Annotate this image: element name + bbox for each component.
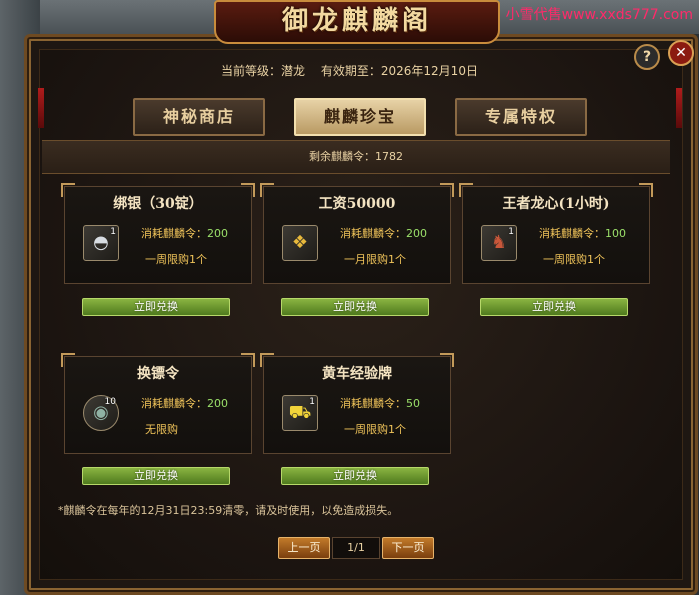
- item-title: 换镖令: [137, 366, 179, 382]
- item-title: 绑银（30锭）: [113, 196, 203, 212]
- page-indicator: 1/1: [332, 537, 380, 559]
- reset-notice: *麒麟令在每年的12月31日23:59清零，请及时使用，以免造成损失。: [58, 504, 399, 517]
- escort-token-icon[interactable]: ◉ 10: [83, 395, 119, 431]
- item-quantity: 1: [508, 227, 514, 237]
- redeem-button[interactable]: 立即兑换: [281, 467, 429, 485]
- redeem-button[interactable]: 立即兑换: [480, 298, 628, 316]
- item-limit: 一周限购1个: [344, 423, 406, 436]
- redeem-button[interactable]: 立即兑换: [281, 298, 429, 316]
- left-tassel: [38, 88, 44, 128]
- item-cost: 消耗麒麟令：100: [539, 227, 626, 240]
- redeem-button[interactable]: 立即兑换: [82, 298, 230, 316]
- prev-page-button[interactable]: 上一页: [278, 537, 330, 559]
- item-title: 黄车经验牌: [322, 366, 392, 382]
- item-cost: 消耗麒麟令：200: [141, 397, 228, 410]
- item-title: 工资50000: [318, 196, 396, 212]
- right-tassel: [676, 88, 682, 128]
- item-quantity: 1: [110, 227, 116, 237]
- item-card: 王者龙心(1小时) ♞ 1 消耗麒麟令：100 一周限购1个: [459, 183, 653, 284]
- item-card: 工资50000 ❖ 消耗麒麟令：200 一月限购1个: [260, 183, 454, 284]
- silver-ingot-icon[interactable]: ◓ 1: [83, 225, 119, 261]
- item-limit: 一月限购1个: [344, 253, 406, 266]
- item-quantity: 10: [104, 397, 116, 407]
- item-cost: 消耗麒麟令：200: [141, 227, 228, 240]
- item-quantity: 1: [309, 397, 315, 407]
- tab-qilin-treasure[interactable]: 麒麟珍宝: [294, 98, 426, 136]
- tab-mystery-shop[interactable]: 神秘商店: [133, 98, 265, 136]
- item-cost: 消耗麒麟令：200: [340, 227, 427, 240]
- item-limit: 一周限购1个: [543, 253, 605, 266]
- item-limit: 无限购: [145, 423, 178, 436]
- item-card: 换镖令 ◉ 10 消耗麒麟令：200 无限购: [61, 353, 255, 454]
- item-cost: 消耗麒麟令：50: [340, 397, 420, 410]
- item-card: 绑银（30锭） ◓ 1 消耗麒麟令：200 一周限购1个: [61, 183, 255, 284]
- item-limit: 一周限购1个: [145, 253, 207, 266]
- next-page-button[interactable]: 下一页: [382, 537, 434, 559]
- title-banner: 御龙麒麟阁: [214, 0, 500, 44]
- window-title: 御龙麒麟阁: [281, 6, 432, 36]
- item-title: 王者龙心(1小时): [502, 196, 610, 212]
- gold-scroll-icon[interactable]: ❖: [282, 225, 318, 261]
- yellow-cart-icon[interactable]: ⛟ 1: [282, 395, 318, 431]
- status-info: 当前等级：潜龙 有效期至：2026年12月10日: [0, 62, 699, 79]
- dragon-heart-icon[interactable]: ♞ 1: [481, 225, 517, 261]
- tab-exclusive-privilege[interactable]: 专属特权: [455, 98, 587, 136]
- remaining-tokens: 剩余麒麟令：1782: [42, 140, 670, 174]
- watermark-text: 小雪代售www.xxds777.com: [505, 7, 693, 23]
- redeem-button[interactable]: 立即兑换: [82, 467, 230, 485]
- item-card: 黄车经验牌 ⛟ 1 消耗麒麟令：50 一周限购1个: [260, 353, 454, 454]
- current-level: 当前等级：潜龙: [221, 64, 306, 78]
- expiry-date: 有效期至：2026年12月10日: [320, 64, 478, 78]
